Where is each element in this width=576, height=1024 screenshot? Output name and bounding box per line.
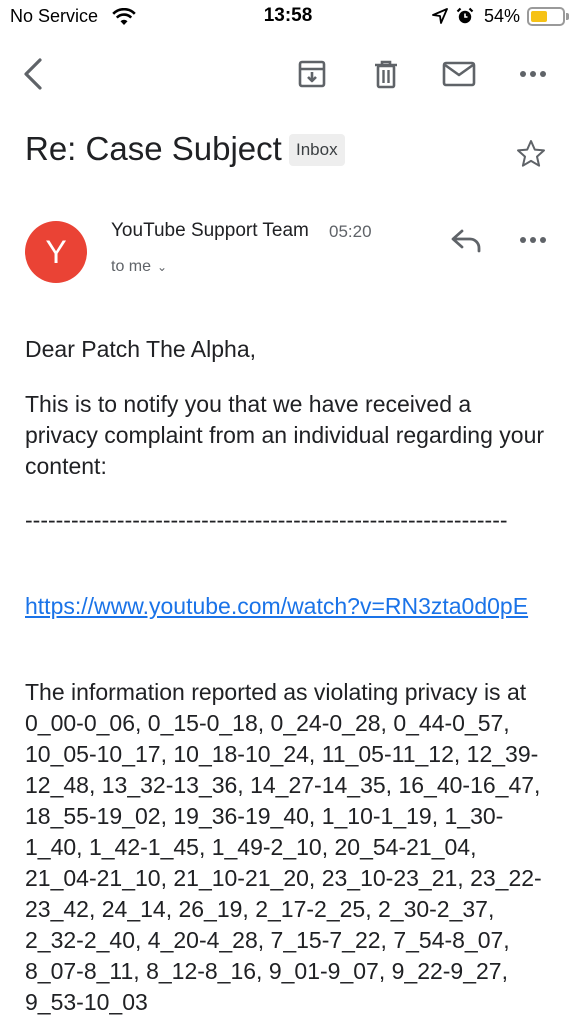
separator-line: ----------------------------------------… <box>25 507 508 533</box>
back-button[interactable] <box>16 56 52 92</box>
more-horizontal-icon <box>520 71 546 77</box>
email-toolbar <box>0 48 576 100</box>
battery-fill <box>531 11 548 22</box>
status-bar: No Service 13:58 54% <box>0 0 576 34</box>
location-arrow-icon <box>432 8 448 24</box>
email-paragraph: The information reported as violating pr… <box>25 679 542 1015</box>
avatar: Y <box>25 221 87 283</box>
back-arrow-icon <box>24 58 42 90</box>
more-horizontal-icon <box>520 237 546 243</box>
star-icon[interactable] <box>515 138 547 170</box>
more-options-button[interactable] <box>515 56 551 92</box>
archive-button[interactable] <box>294 56 330 92</box>
video-link[interactable]: https://www.youtube.com/watch?v=RN3zta0d… <box>25 591 545 622</box>
mark-unread-button[interactable] <box>441 56 477 92</box>
recipient-details-toggle[interactable]: to me ⌄ <box>111 258 167 276</box>
alarm-clock-icon <box>456 7 474 24</box>
email-greeting: Dear Patch The Alpha, <box>25 336 256 362</box>
mail-icon <box>442 61 476 87</box>
email-paragraph: This is to notify you that we have recei… <box>25 391 545 479</box>
recipient-label: to me <box>111 258 152 275</box>
inbox-label[interactable]: Inbox <box>289 134 345 166</box>
battery-percent: 54% <box>484 6 521 26</box>
message-more-button[interactable] <box>515 222 551 258</box>
email-time: 05:20 <box>329 222 372 241</box>
delete-button[interactable] <box>368 56 404 92</box>
trash-icon <box>375 60 397 89</box>
battery-icon <box>527 7 565 26</box>
email-subject: Re: Case Subject <box>25 130 282 167</box>
battery-cap <box>566 13 569 20</box>
reply-icon[interactable] <box>448 222 484 258</box>
subject-row: Re: Case Subject Inbox <box>25 126 555 176</box>
archive-icon <box>298 60 326 88</box>
sender-name: YouTube Support Team <box>111 220 309 241</box>
chevron-down-icon: ⌄ <box>157 260 168 274</box>
